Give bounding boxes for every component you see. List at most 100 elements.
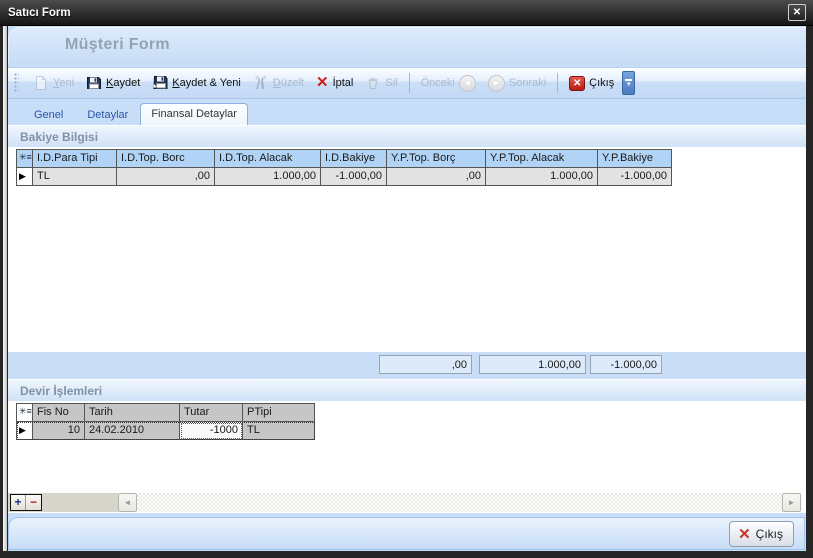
save-new-icon [152,75,168,91]
column-header[interactable]: I.D.Top. Alacak [215,150,321,168]
cell-yp-bakiye[interactable]: -1.000,00 [598,168,672,186]
tools-icon [253,75,269,91]
previous-circle-icon: ◄ [459,75,476,92]
add-remove-box: + − [10,494,42,511]
save-button-label: Kaydet [106,77,140,89]
form-caption-panel: Müşteri Form [8,27,806,65]
new-button-label: Yeni [53,77,74,89]
cell-yp-top-borc[interactable]: ,00 [387,168,486,186]
tab-detaylar[interactable]: Detaylar [75,105,140,125]
exit-toolbar-button[interactable]: ✕ Çıkış [563,73,620,94]
exit-button-label: Çıkış [756,527,783,541]
scroll-right-icon: ► [788,498,796,507]
toolbar: Yeni Kaydet Kaydet [8,67,806,99]
cancel-x-icon: ✕ [316,76,329,90]
cell-tarih[interactable]: 24.02.2010 [85,422,180,440]
footer-bar: ✕ Çıkış [8,517,805,550]
cancel-button-label: İptal [333,77,354,89]
edit-button: Düzelt [247,72,310,94]
exit-button[interactable]: ✕ Çıkış [729,521,794,547]
record-navigator-panel: + − [8,493,118,512]
save-and-new-button-label: Kaydet & Yeni [172,77,241,89]
column-header[interactable]: I.D.Bakiye [321,150,387,168]
balance-grid-header: ✳≡ I.D.Para Tipi I.D.Top. Borc I.D.Top. … [17,150,672,168]
row-marker-icon: ▶ [17,168,33,186]
column-header[interactable]: Tutar [180,404,243,422]
transfer-grid-area: ✳≡ Fis No Tarih Tutar PTipi ▶ 10 24.02.2… [8,401,806,492]
chevron-down-icon: ▾ [627,82,631,87]
toolbar-grip[interactable] [14,73,19,93]
add-record-button[interactable]: + [11,495,26,510]
exit-red-icon: ✕ [569,76,585,91]
save-icon [86,75,102,91]
column-header[interactable]: PTipi [243,404,315,422]
balance-summary-strip: ,00 1.000,00 -1.000,00 [8,352,806,377]
transfer-section-header: Devir İşlemleri [8,379,806,401]
save-button[interactable]: Kaydet [80,72,146,94]
next-button-label: Sonraki [509,77,546,89]
next-circle-icon: ► [488,75,505,92]
toolbar-separator [557,73,558,93]
cell-para-tipi[interactable]: TL [33,168,117,186]
close-button[interactable]: ✕ [788,4,806,21]
column-header[interactable]: I.D.Para Tipi [33,150,117,168]
form-content: Müşteri Form Yeni Kaydet [8,26,806,551]
cell-id-bakiye[interactable]: -1.000,00 [321,168,387,186]
cell-yp-top-alacak[interactable]: 1.000,00 [486,168,598,186]
exit-toolbar-button-label: Çıkış [589,77,614,89]
toolbar-separator [409,73,410,93]
summary-yp-bakiye: -1.000,00 [590,355,662,374]
row-marker-icon: ▶ [17,422,33,440]
tabstrip: Genel Detaylar Finansal Detaylar [8,102,806,125]
previous-button-label: Önceki [421,77,455,89]
tab-genel[interactable]: Genel [22,105,75,125]
cell-tutar-edit[interactable]: -1000 [180,422,243,440]
column-header[interactable]: Fis No [33,404,85,422]
table-row[interactable]: ▶ TL ,00 1.000,00 -1.000,00 ,00 1.000,00… [17,168,672,186]
exit-x-icon: ✕ [738,525,751,543]
remove-record-button[interactable]: − [26,495,41,510]
new-button: Yeni [27,72,80,94]
scroll-left-icon: ◄ [124,498,132,507]
cell-id-top-borc[interactable]: ,00 [117,168,215,186]
tab-finansal-detaylar[interactable]: Finansal Detaylar [140,103,248,125]
scroll-right-button[interactable]: ► [782,493,801,512]
column-header[interactable]: Y.P.Top. Alacak [486,150,598,168]
table-row[interactable]: ▶ 10 24.02.2010 -1000 TL [17,422,315,440]
cancel-button[interactable]: ✕ İptal [310,73,359,93]
cell-id-top-alacak[interactable]: 1.000,00 [215,168,321,186]
record-navigator-strip: + − ◄ ► [8,492,806,513]
save-and-new-button[interactable]: Kaydet & Yeni [146,72,247,94]
horizontal-scrollbar-track[interactable] [137,493,782,512]
transfer-grid: ✳≡ Fis No Tarih Tutar PTipi ▶ 10 24.02.2… [16,403,315,440]
trash-icon [365,75,381,91]
previous-button: Önceki ◄ [415,72,482,95]
balance-grid-area: ✳≡ I.D.Para Tipi I.D.Top. Borc I.D.Top. … [8,147,806,352]
close-icon: ✕ [793,7,801,18]
edit-button-label: Düzelt [273,77,304,89]
transfer-grid-header: ✳≡ Fis No Tarih Tutar PTipi [17,404,315,422]
column-header[interactable]: Y.P.Bakiye [598,150,672,168]
column-header[interactable]: Tarih [85,404,180,422]
delete-button-label: Sil [385,77,397,89]
new-page-icon [33,75,49,91]
window-title: Satıcı Form [0,7,71,19]
next-button: ► Sonraki [482,72,552,95]
cell-ptipi[interactable]: TL [243,422,315,440]
left-splitter [3,26,7,551]
column-header[interactable]: Y.P.Top. Borç [387,150,486,168]
scroll-left-button[interactable]: ◄ [118,493,137,512]
balance-section-header: Bakiye Bilgisi [8,125,806,147]
form-caption: Müşteri Form [65,36,170,54]
titlebar: Satıcı Form ✕ [0,0,813,26]
grid-indicator-icon: ✳≡ [17,404,33,422]
column-header[interactable]: I.D.Top. Borc [117,150,215,168]
cell-fis-no[interactable]: 10 [33,422,85,440]
toolbar-overflow-button[interactable]: ▾ [622,71,635,95]
summary-yp-borc: ,00 [379,355,472,374]
grid-indicator-icon: ✳≡ [17,150,33,168]
summary-yp-alacak: 1.000,00 [479,355,586,374]
delete-button: Sil [359,72,403,94]
balance-grid: ✳≡ I.D.Para Tipi I.D.Top. Borc I.D.Top. … [16,149,672,186]
app-window: Satıcı Form ✕ Müşteri Form Yeni [0,0,813,558]
